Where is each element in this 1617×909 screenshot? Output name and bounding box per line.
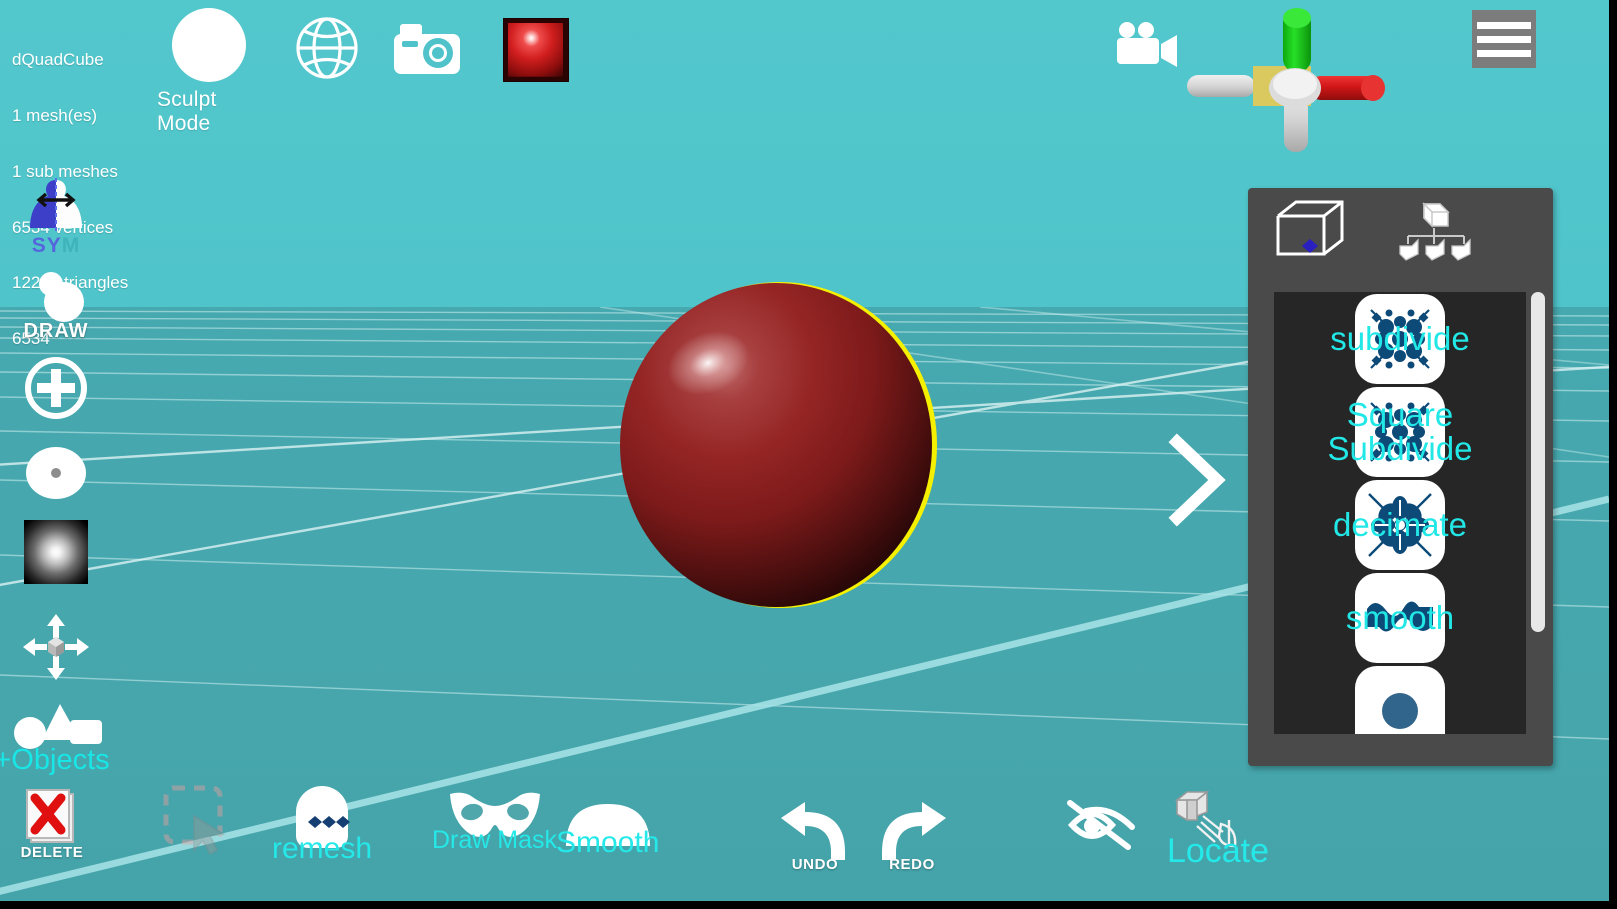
locate-label: Locate bbox=[1166, 832, 1270, 870]
list-item-label: decimate bbox=[1333, 505, 1467, 543]
globe-icon bbox=[296, 17, 358, 79]
brush-falloff-button[interactable] bbox=[6, 520, 106, 584]
camera-icon bbox=[394, 24, 460, 74]
draw-brush-button[interactable]: DRAW bbox=[6, 268, 106, 343]
sculpt-mode-button[interactable]: Sculpt Mode bbox=[157, 8, 261, 136]
add-objects-button[interactable]: +Objects bbox=[0, 700, 110, 777]
hamburger-menu-icon[interactable] bbox=[1472, 10, 1536, 68]
undo-arrow-icon bbox=[781, 802, 845, 860]
tools-panel[interactable]: subdivide Square Subdivide decimate smoo… bbox=[1248, 188, 1553, 766]
hamburger-bar bbox=[1477, 49, 1531, 57]
delete-button[interactable]: DELETE bbox=[15, 786, 89, 861]
locate-button[interactable]: Locate bbox=[1163, 788, 1273, 871]
remesh-button[interactable]: remesh bbox=[272, 780, 372, 866]
hamburger-bar bbox=[1477, 35, 1531, 43]
draw-label: DRAW bbox=[23, 320, 89, 342]
mesh-count: 1 mesh(es) bbox=[12, 105, 98, 125]
axis-gizmo[interactable] bbox=[1185, 6, 1420, 161]
list-item[interactable] bbox=[1274, 664, 1526, 734]
wireframe-cube-tab[interactable] bbox=[1270, 196, 1350, 273]
falloff-gradient-swatch bbox=[24, 520, 88, 584]
white-circle-icon bbox=[172, 8, 246, 82]
next-page-chevron-icon[interactable] bbox=[1163, 432, 1233, 528]
plus-circle-icon bbox=[25, 357, 87, 419]
sculpt-mode-label: Sculpt Mode bbox=[157, 88, 217, 135]
undo-button[interactable]: UNDO bbox=[775, 800, 855, 873]
mesh-name: dQuadCube bbox=[12, 50, 104, 70]
gizmo-icon bbox=[1187, 8, 1385, 152]
box-select-cursor-icon bbox=[163, 785, 226, 856]
list-item[interactable]: smooth bbox=[1274, 571, 1526, 664]
symmetry-button[interactable]: SYM bbox=[6, 178, 106, 258]
hamburger-bar bbox=[1477, 21, 1531, 29]
list-item[interactable]: subdivide bbox=[1274, 292, 1526, 385]
draw-blob-icon bbox=[39, 272, 84, 322]
brush-radius-button[interactable] bbox=[6, 444, 106, 502]
primitive-shapes-icon bbox=[14, 704, 102, 749]
box-select-button[interactable] bbox=[160, 782, 240, 858]
undo-label: UNDO bbox=[791, 856, 839, 873]
hide-visibility-button[interactable] bbox=[1062, 795, 1144, 855]
eye-slash-icon bbox=[1067, 800, 1135, 850]
symmetry-label: SYM bbox=[31, 234, 81, 257]
tool-list[interactable]: subdivide Square Subdivide decimate smoo… bbox=[1274, 292, 1526, 734]
redo-arrow-icon bbox=[882, 802, 946, 860]
material-swatch-button[interactable] bbox=[503, 18, 569, 82]
brush-radius-icon bbox=[26, 447, 86, 499]
list-item-label: Square Subdivide bbox=[1327, 395, 1473, 467]
redo-button[interactable]: REDO bbox=[872, 800, 952, 873]
list-item[interactable]: Square Subdivide bbox=[1274, 385, 1526, 478]
move-transform-button[interactable] bbox=[6, 612, 106, 682]
scene-hierarchy-tab[interactable] bbox=[1398, 200, 1474, 269]
camera-button[interactable] bbox=[392, 22, 462, 76]
panel-scrollbar-thumb[interactable] bbox=[1531, 292, 1545, 632]
symmetry-icon bbox=[30, 178, 82, 232]
smooth-button[interactable]: Smooth bbox=[556, 800, 659, 860]
wireframe-cube-icon bbox=[1276, 200, 1344, 256]
partial-item-icon bbox=[1355, 665, 1445, 734]
delete-label: DELETE bbox=[20, 844, 84, 861]
add-objects-label: +Objects bbox=[0, 744, 110, 776]
redo-label: REDO bbox=[889, 856, 935, 873]
draw-mask-button[interactable]: Draw Mask bbox=[432, 788, 557, 855]
panel-tab-bar bbox=[1270, 196, 1474, 273]
globe-button[interactable] bbox=[294, 15, 360, 81]
list-item[interactable]: decimate bbox=[1274, 478, 1526, 571]
smooth-label: Smooth bbox=[556, 826, 660, 859]
video-camera-icon bbox=[1117, 22, 1177, 67]
hierarchy-tree-icon bbox=[1399, 202, 1471, 261]
sculpted-sphere-model[interactable] bbox=[590, 265, 970, 625]
video-record-button[interactable] bbox=[1113, 22, 1179, 73]
remesh-label: remesh bbox=[272, 832, 373, 865]
list-item-label: subdivide bbox=[1330, 319, 1470, 357]
delete-x-icon bbox=[26, 789, 74, 843]
draw-mask-label: Draw Mask bbox=[432, 826, 558, 854]
app-root: dQuadCube 1 mesh(es) 1 sub meshes 6534 v… bbox=[0, 0, 1617, 909]
add-brush-button[interactable] bbox=[6, 355, 106, 421]
move-arrows-icon bbox=[23, 614, 89, 680]
panel-scrollbar[interactable] bbox=[1531, 292, 1545, 734]
list-item-label: smooth bbox=[1345, 598, 1455, 636]
